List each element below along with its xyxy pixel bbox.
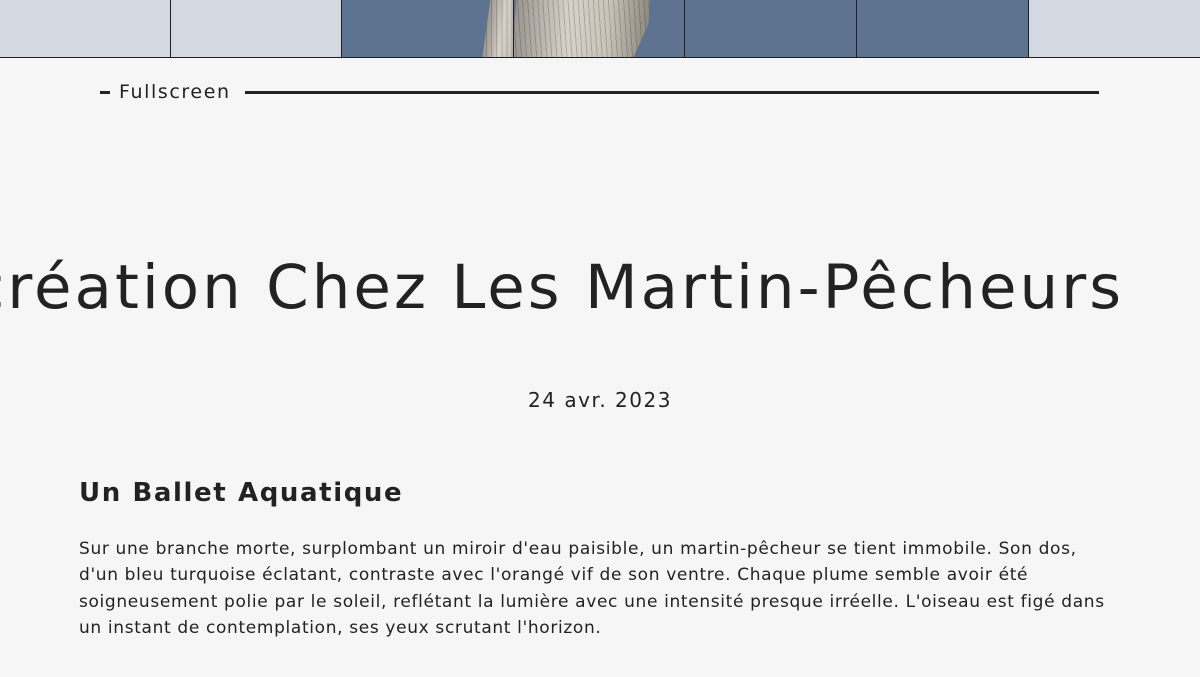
gallery-thumbnail-1[interactable]	[0, 0, 171, 57]
wooden-post-image	[481, 0, 513, 57]
section-heading: Un Ballet Aquatique	[79, 478, 404, 508]
gallery-thumbnail-6[interactable]	[857, 0, 1029, 57]
minus-icon	[100, 90, 110, 94]
post-date: 24 avr. 2023	[528, 388, 672, 412]
section-paragraph: Sur une branche morte, surplombant un mi…	[79, 539, 1105, 639]
gallery-thumbnail-7[interactable]	[1029, 0, 1200, 57]
post-title: Récréation Chez Les Martin-Pêcheurs	[0, 252, 1124, 323]
divider-line	[244, 90, 1099, 94]
gallery-thumbnail-5[interactable]	[685, 0, 857, 57]
gallery-thumbnail-3[interactable]	[342, 0, 514, 57]
gallery-thumbnail-4[interactable]	[514, 0, 685, 57]
fullscreen-button[interactable]: Fullscreen	[119, 81, 231, 103]
post-title-container: Récréation Chez Les Martin-Pêcheurs	[0, 250, 1200, 330]
photo-gallery-strip	[0, 0, 1200, 58]
wooden-post-image	[514, 0, 650, 57]
fullscreen-row: Fullscreen	[100, 80, 1099, 104]
gallery-thumbnail-2[interactable]	[171, 0, 342, 57]
